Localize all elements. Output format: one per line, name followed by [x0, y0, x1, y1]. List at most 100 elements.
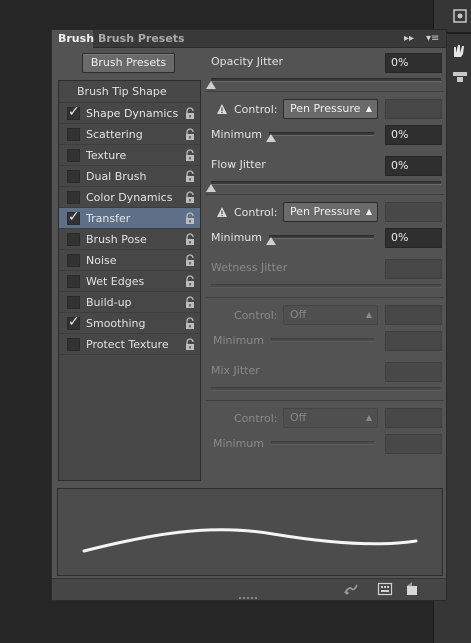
mix-jitter-field [385, 362, 442, 382]
lock-icon[interactable] [184, 212, 196, 225]
list-item[interactable]: Texture [59, 145, 200, 166]
lock-icon[interactable] [184, 170, 196, 183]
checkbox[interactable] [67, 296, 80, 309]
flow-control-select[interactable]: Pen Pressure ▲ [283, 202, 378, 222]
brush-panel-icon[interactable] [450, 40, 470, 60]
opacity-minimum-slider[interactable] [269, 132, 374, 136]
collapse-panel-icon[interactable]: ▸▸ [404, 30, 414, 48]
opacity-control-empty-field [385, 99, 442, 119]
checkbox[interactable] [67, 275, 80, 288]
resize-grip-icon[interactable] [239, 596, 259, 600]
checkbox[interactable] [67, 191, 80, 204]
list-item-label: Wet Edges [86, 275, 145, 288]
checkbox[interactable] [67, 170, 80, 183]
history-icon[interactable] [450, 6, 470, 26]
list-item[interactable]: ✓ Shape Dynamics [59, 103, 200, 124]
list-item-label: Color Dynamics [86, 191, 173, 204]
list-item[interactable]: Brush Pose [59, 229, 200, 250]
list-item[interactable]: Scattering [59, 124, 200, 145]
wetness-control-select: Off ▲ [283, 305, 378, 325]
mix-control-value: Off [290, 411, 307, 424]
wetness-minimum-field [385, 331, 442, 351]
divider [206, 400, 444, 401]
flow-minimum-slider-thumb[interactable] [266, 237, 276, 245]
opacity-jitter-field[interactable]: 0% [385, 53, 442, 73]
lock-icon[interactable] [184, 254, 196, 267]
select-arrows-icon: ▲ [365, 207, 372, 216]
wetness-control-value: Off [290, 308, 307, 321]
opacity-control-select[interactable]: Pen Pressure ▲ [283, 99, 378, 119]
lock-icon[interactable] [184, 317, 196, 330]
lock-icon[interactable] [184, 296, 196, 309]
brush-stroke-preview [57, 488, 443, 576]
flow-jitter-slider[interactable] [211, 181, 441, 185]
flow-control-empty-field [385, 202, 442, 222]
opacity-minimum-slider-thumb[interactable] [266, 134, 276, 142]
opacity-minimum-label: Minimum [211, 128, 262, 141]
checkbox[interactable] [67, 128, 80, 141]
wetness-jitter-slider [211, 284, 441, 288]
brush-panel: Brush Brush Presets ▸▸ ▾≡ Brush Presets … [51, 29, 447, 601]
list-item[interactable]: Noise [59, 250, 200, 271]
opacity-minimum-field[interactable]: 0% [385, 125, 442, 145]
checkmark-icon: ✓ [68, 104, 80, 120]
tab-brush-presets[interactable]: Brush Presets [98, 30, 185, 48]
panel-menu-icon[interactable]: ▾≡ [426, 30, 439, 48]
flow-minimum-label: Minimum [211, 231, 262, 244]
wetness-control-label: Control: [234, 309, 278, 322]
lock-icon[interactable] [184, 275, 196, 288]
lock-icon[interactable] [184, 191, 196, 204]
mix-control-select: Off ▲ [283, 408, 378, 428]
list-item-label: Scattering [86, 128, 143, 141]
mix-minimum-label: Minimum [213, 437, 264, 450]
warning-icon [217, 104, 227, 114]
brush-preset-picker-icon[interactable] [377, 582, 393, 596]
divider [206, 91, 444, 92]
clone-source-icon[interactable] [450, 66, 470, 86]
list-item[interactable]: Build-up [59, 292, 200, 313]
flow-jitter-label: Flow Jitter [211, 158, 266, 171]
list-item[interactable]: ✓ Smoothing [59, 313, 200, 334]
tab-brush[interactable]: Brush [52, 30, 94, 48]
checkbox[interactable] [67, 149, 80, 162]
brush-settings-list: Brush Tip Shape ✓ Shape Dynamics Scatterin… [58, 80, 201, 481]
list-item-label: Brush Pose [86, 233, 147, 246]
checkmark-icon: ✓ [68, 209, 80, 225]
wetness-jitter-label: Wetness Jitter [211, 261, 288, 274]
list-item[interactable]: Dual Brush [59, 166, 200, 187]
list-item-label: Build-up [86, 296, 132, 309]
flow-jitter-field[interactable]: 0% [385, 156, 442, 176]
checkbox[interactable]: ✓ [67, 104, 80, 120]
list-item[interactable]: Protect Texture [59, 334, 200, 355]
list-item-brush-tip-shape[interactable]: Brush Tip Shape [59, 81, 200, 103]
list-item[interactable]: ✓ Transfer [59, 208, 200, 229]
checkbox[interactable] [67, 254, 80, 267]
list-item[interactable]: Wet Edges [59, 271, 200, 292]
opacity-control-value: Pen Pressure [290, 102, 361, 115]
lock-icon[interactable] [184, 107, 196, 120]
flow-jitter-slider-thumb[interactable] [206, 184, 216, 192]
new-brush-icon[interactable] [404, 582, 420, 596]
lock-icon[interactable] [184, 338, 196, 351]
flow-minimum-field[interactable]: 0% [385, 228, 442, 248]
opacity-jitter-slider-thumb[interactable] [206, 81, 216, 89]
select-arrows-icon: ▲ [365, 104, 372, 113]
brush-presets-button[interactable]: Brush Presets [82, 53, 175, 73]
lock-icon[interactable] [184, 128, 196, 141]
flow-minimum-slider[interactable] [269, 235, 374, 239]
list-item[interactable]: Color Dynamics [59, 187, 200, 208]
checkbox[interactable] [67, 338, 80, 351]
checkbox[interactable]: ✓ [67, 209, 80, 225]
select-arrows-icon: ▲ [365, 413, 372, 422]
toggle-live-tip-icon[interactable] [343, 582, 359, 596]
opacity-jitter-slider[interactable] [211, 78, 441, 82]
lock-icon[interactable] [184, 149, 196, 162]
lock-icon[interactable] [184, 233, 196, 246]
wetness-control-empty-field [385, 305, 442, 325]
list-item-label: Dual Brush [86, 170, 147, 183]
mix-minimum-slider [271, 441, 374, 445]
divider [206, 194, 444, 195]
checkbox[interactable]: ✓ [67, 314, 80, 330]
list-item-label: Transfer [86, 212, 131, 225]
checkbox[interactable] [67, 233, 80, 246]
